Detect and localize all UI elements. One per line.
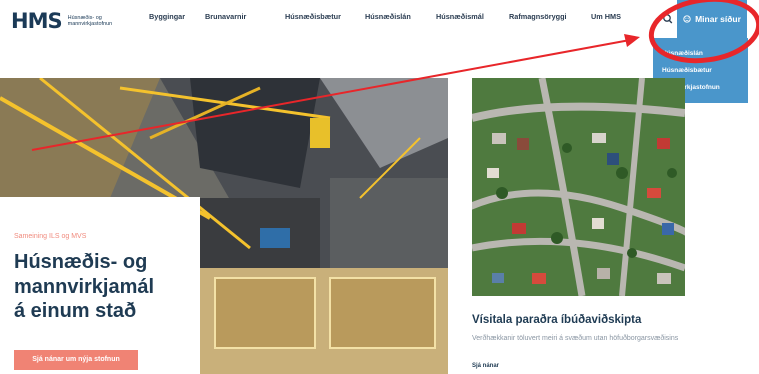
minar-sidur-button[interactable]: Minar síður (677, 0, 747, 38)
nav-item-husnaedismal[interactable]: Húsnæðismál (436, 12, 484, 21)
logo-mark: HMS (11, 9, 63, 33)
minar-sidur-label: Minar síður (695, 14, 741, 24)
hms-logo[interactable]: HMS Húsnæðis- og mannvirkjastofnun (11, 9, 120, 33)
neighborhood-aerial-image[interactable] (472, 78, 685, 296)
logo-text-line2: mannvirkjastofnun (67, 21, 113, 27)
site-header: HMS Húsnæðis- og mannvirkjastofnun Byggi… (0, 0, 759, 38)
side-card-title[interactable]: Vísitala paraðra íbúðaviðskipta (472, 314, 641, 326)
hero-eyebrow: Sameining ILS og MVS (14, 233, 87, 240)
user-circle-icon (683, 15, 691, 23)
search-icon[interactable] (658, 8, 678, 30)
hero-title-line2: mannvirkjamál (14, 275, 155, 298)
dropdown-item-husnaedisbaetur[interactable]: Húsnæðisbætur (662, 67, 712, 74)
cta-button[interactable]: Sjá nánar um nýja stofnun (14, 350, 138, 370)
nav-item-brunavarnir[interactable]: Brunavarnir (205, 12, 246, 21)
hero-title-line3: á einum stað (14, 300, 137, 322)
hero-title: Húsnæðis- og mannvirkjamál á einum stað (14, 250, 154, 324)
nav-item-rafmagnsoryggi[interactable]: Rafmagnsöryggi (509, 12, 567, 21)
side-card-link[interactable]: Sjá nánar (472, 363, 499, 369)
nav-item-husnaedisbaetur[interactable]: Húsnæðisbætur (285, 12, 341, 21)
nav-item-byggingar[interactable]: Byggingar (149, 12, 185, 21)
hero-title-line1: Húsnæðis- og (14, 251, 148, 273)
nav-item-husnaedislan[interactable]: Húsnæðislán (365, 12, 411, 21)
logo-text: Húsnæðis- og mannvirkjastofnun (68, 15, 120, 28)
dropdown-item-husnaedislan[interactable]: Húsnæðislán (662, 50, 703, 57)
side-card-description: Verðhækkanir töluvert meiri á svæðum uta… (472, 335, 679, 342)
nav-item-um-hms[interactable]: Um HMS (591, 12, 621, 21)
